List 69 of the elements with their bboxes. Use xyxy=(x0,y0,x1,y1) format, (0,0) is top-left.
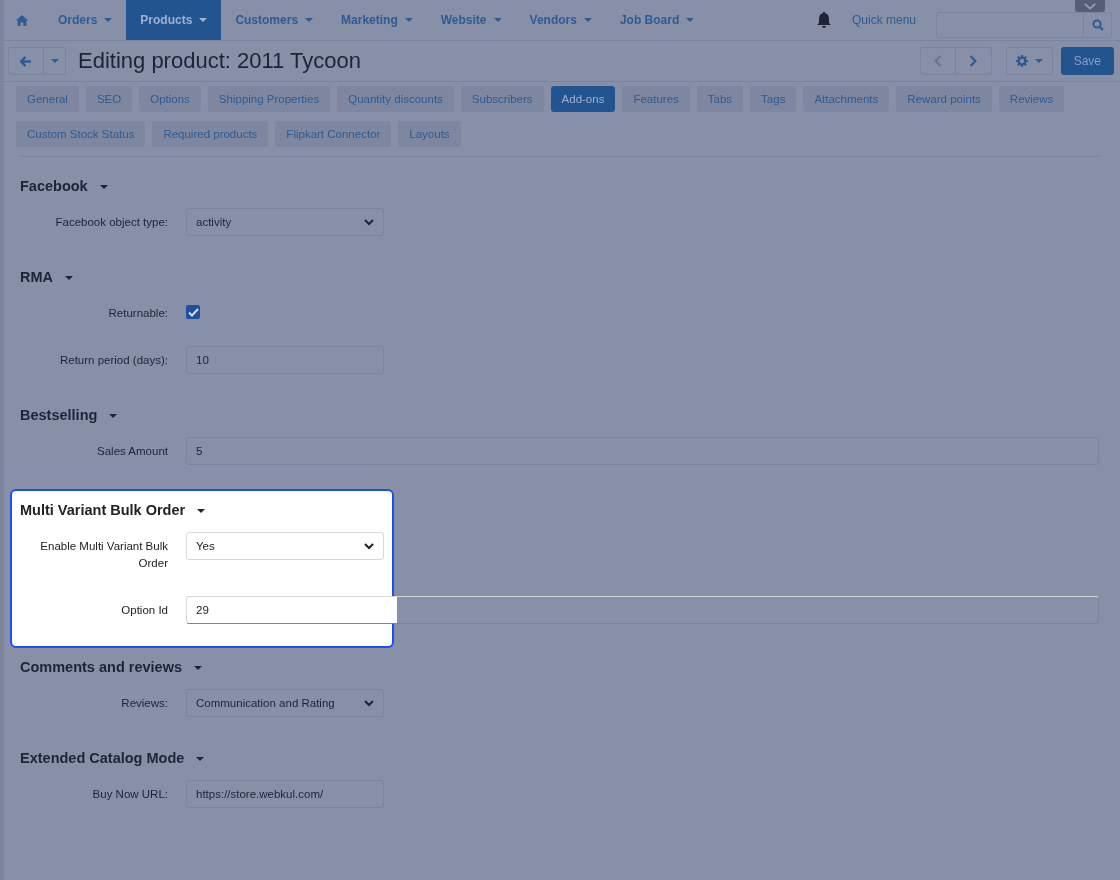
tab[interactable]: Layouts xyxy=(398,121,461,147)
collapse-tab[interactable] xyxy=(1075,0,1105,12)
nav-menu-item[interactable]: Vendors xyxy=(515,0,606,40)
bell-icon[interactable] xyxy=(815,11,832,29)
field-label: Return period (days): xyxy=(58,353,168,368)
chevron-left-icon xyxy=(933,55,942,67)
caret-icon xyxy=(1034,59,1043,63)
checkbox[interactable] xyxy=(186,305,200,319)
tab[interactable]: General xyxy=(16,86,79,112)
chevron-down-icon xyxy=(364,542,374,550)
home-icon[interactable] xyxy=(16,14,28,26)
chevron-down-icon xyxy=(364,218,374,226)
nav-menu-item[interactable]: Orders xyxy=(44,0,127,40)
tab[interactable]: Shipping Properties xyxy=(207,86,331,112)
nav-menu-item[interactable]: Customers xyxy=(221,0,328,40)
nav-menu-item[interactable]: Website xyxy=(426,0,516,40)
tab[interactable]: Tags xyxy=(750,86,797,112)
section-header[interactable]: Multi Variant Bulk Order xyxy=(20,502,206,518)
section-header[interactable]: Facebook xyxy=(20,178,108,194)
section-header[interactable]: Bestselling xyxy=(20,407,118,423)
tab[interactable]: Tabs xyxy=(696,86,744,112)
nav-menu-item[interactable]: Products xyxy=(126,0,222,40)
tab[interactable]: Features xyxy=(622,86,690,112)
chevron-right-icon xyxy=(969,55,978,67)
gear-icon xyxy=(1015,55,1028,67)
tab[interactable]: Reviews xyxy=(998,86,1065,112)
field-label: Facebook object type: xyxy=(54,215,168,230)
tab[interactable]: Required products xyxy=(152,121,269,147)
search-field[interactable] xyxy=(936,12,1084,38)
page-title: Editing product: 2011 Tycoon xyxy=(78,48,361,74)
select-field[interactable]: Communication and Rating xyxy=(186,689,384,717)
previous-button[interactable] xyxy=(919,47,956,75)
back-button[interactable] xyxy=(8,47,44,75)
input-field[interactable]: 10 xyxy=(186,346,384,374)
section-header[interactable]: RMA xyxy=(20,269,73,285)
save-button[interactable]: Save xyxy=(1060,47,1114,75)
quick-menu-link[interactable]: Quick menu xyxy=(851,13,916,27)
field-label: Option Id xyxy=(120,603,168,618)
tab[interactable]: Attachments xyxy=(803,86,890,112)
select-field[interactable]: Yes xyxy=(186,532,384,560)
tab[interactable]: SEO xyxy=(85,86,133,112)
field-label: Enable Multi Variant Bulk Order xyxy=(39,539,168,571)
select-field[interactable]: activity xyxy=(186,208,384,236)
chevron-down-icon xyxy=(364,699,374,707)
chevron-down-icon xyxy=(1084,2,1096,10)
section-header[interactable]: Extended Catalog Mode xyxy=(20,750,205,766)
arrow-left-icon xyxy=(20,55,32,67)
tab[interactable]: Add-ons xyxy=(550,86,616,112)
field-label: Reviews: xyxy=(120,696,168,711)
tab[interactable]: Flipkart Connector xyxy=(275,121,392,147)
tab[interactable]: Subscribers xyxy=(460,86,544,112)
tab[interactable]: Custom Stock Status xyxy=(16,121,146,147)
settings-button[interactable] xyxy=(1005,47,1053,75)
caret-icon xyxy=(50,59,59,63)
input-field[interactable]: 5 xyxy=(186,437,1099,465)
tab[interactable]: Quantity discounts xyxy=(337,86,454,112)
field-label: Sales Amount xyxy=(96,444,168,459)
nav-menu-item[interactable]: Marketing xyxy=(327,0,427,40)
input-field[interactable]: 29 xyxy=(186,596,1099,624)
tab[interactable]: Reward points xyxy=(896,86,992,112)
dropdown-button[interactable] xyxy=(44,47,66,75)
input-field[interactable]: https://store.webkul.com/ xyxy=(186,780,384,808)
field-label: Buy Now URL: xyxy=(91,787,168,802)
search-icon xyxy=(1091,19,1104,31)
next-button[interactable] xyxy=(955,47,992,75)
nav-menu-item[interactable]: Job Board xyxy=(605,0,709,40)
section-header[interactable]: Comments and reviews xyxy=(20,659,202,675)
field-label: Returnable: xyxy=(107,306,168,321)
tab[interactable]: Options xyxy=(139,86,201,112)
